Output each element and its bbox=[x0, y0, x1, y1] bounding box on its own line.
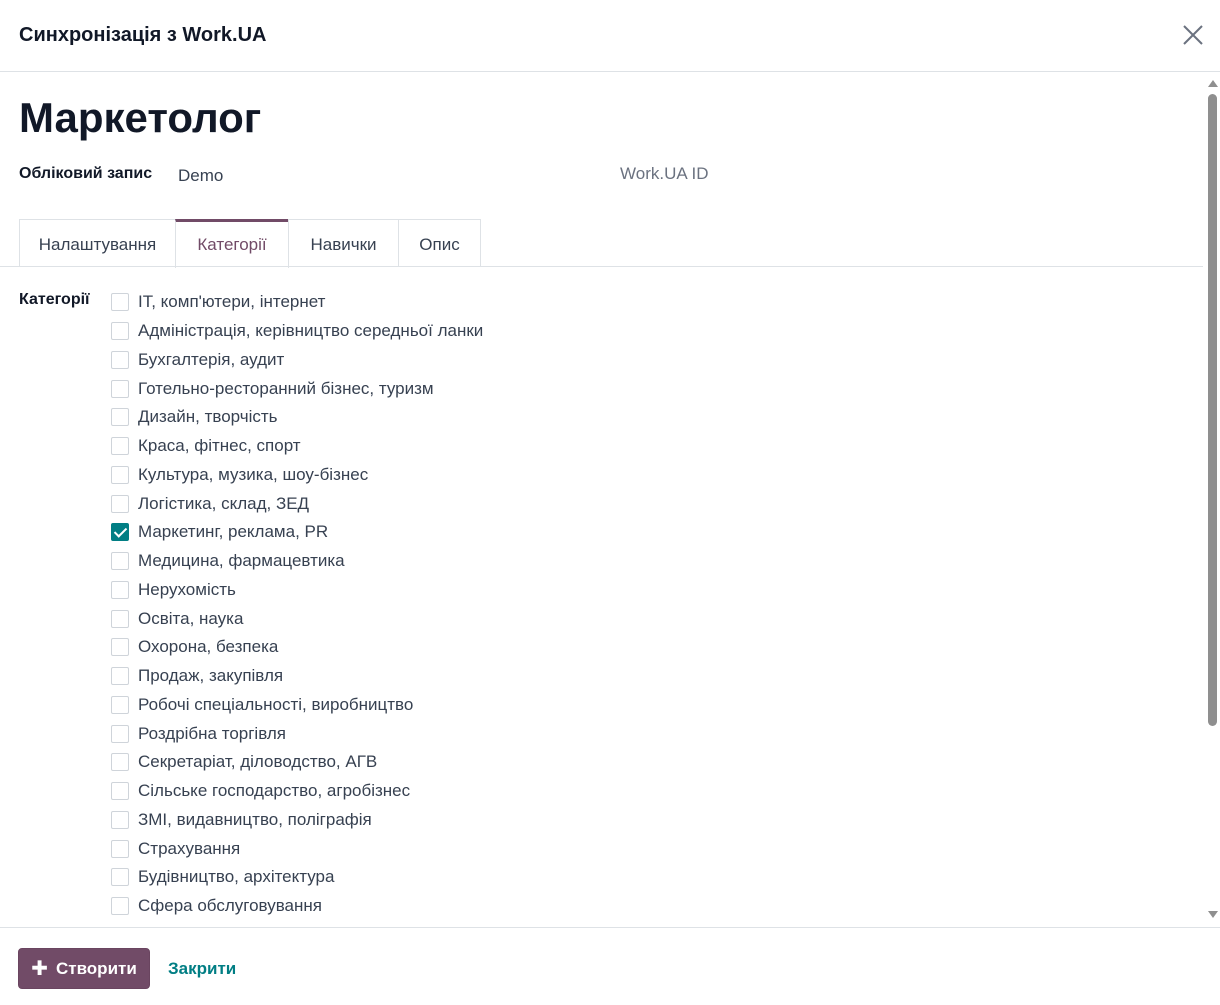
category-item[interactable]: Секретаріат, діловодство, АГВ bbox=[111, 748, 711, 777]
dialog-title: Синхронізація з Work.UA bbox=[19, 24, 267, 46]
checkbox[interactable] bbox=[111, 580, 129, 599]
category-label: Робочі спеціальності, виробництво bbox=[138, 694, 414, 714]
category-item[interactable]: Роздрібна торгівля bbox=[111, 719, 711, 748]
workua-id-label: Work.UA ID bbox=[620, 164, 709, 183]
category-label: Медицина, фармацевтика bbox=[138, 551, 345, 571]
category-label: ЗМІ, видавництво, поліграфія bbox=[138, 809, 372, 829]
close-icon[interactable] bbox=[1178, 20, 1208, 50]
checkbox[interactable] bbox=[111, 293, 129, 312]
category-label: Краса, фітнес, спорт bbox=[138, 436, 301, 456]
category-item[interactable]: Дизайн, творчість bbox=[111, 403, 711, 432]
category-label: IT, комп'ютери, інтернет bbox=[138, 292, 326, 312]
tab-skills[interactable]: Навички bbox=[288, 219, 399, 267]
tab-description[interactable]: Опис bbox=[398, 219, 481, 267]
category-item[interactable]: Медицина, фармацевтика bbox=[111, 547, 711, 576]
checkbox[interactable] bbox=[111, 753, 129, 772]
account-label: Обліковий запис bbox=[19, 165, 153, 182]
category-label: Нерухомість bbox=[138, 579, 236, 599]
checkbox[interactable] bbox=[111, 552, 129, 571]
category-label: Дизайн, творчість bbox=[138, 407, 278, 427]
checkbox[interactable] bbox=[111, 724, 129, 743]
scrollbar[interactable] bbox=[1205, 72, 1220, 927]
checkbox[interactable] bbox=[111, 810, 129, 829]
category-label: Культура, музика, шоу-бізнес bbox=[138, 464, 369, 484]
close-button[interactable]: Закрити bbox=[168, 959, 236, 979]
checkbox[interactable] bbox=[111, 350, 129, 369]
tab-categories[interactable]: Категорії bbox=[175, 219, 289, 268]
category-item[interactable]: Культура, музика, шоу-бізнес bbox=[111, 461, 711, 490]
category-label: Освіта, наука bbox=[138, 608, 244, 628]
checkbox[interactable] bbox=[111, 839, 129, 858]
category-label: Логістика, склад, ЗЕД bbox=[138, 493, 310, 513]
account-field[interactable]: Demo bbox=[178, 166, 223, 186]
scrollbar-thumb[interactable] bbox=[1208, 94, 1217, 726]
category-item[interactable]: Освіта, наука bbox=[111, 604, 711, 633]
category-item[interactable]: Сільське господарство, агробізнес bbox=[111, 777, 711, 806]
category-label: Страхування bbox=[138, 838, 241, 858]
checkbox[interactable] bbox=[111, 465, 129, 484]
checkbox[interactable] bbox=[111, 897, 129, 916]
scroll-down-icon[interactable] bbox=[1208, 911, 1218, 918]
category-label: Будівництво, архітектура bbox=[138, 867, 335, 887]
category-item[interactable]: Страхування bbox=[111, 834, 711, 863]
category-item[interactable]: Нерухомість bbox=[111, 576, 711, 605]
category-item[interactable]: ЗМІ, видавництво, поліграфія bbox=[111, 806, 711, 835]
category-item[interactable]: Логістика, склад, ЗЕД bbox=[111, 489, 711, 518]
dialog-footer: ✚ Створити Закрити bbox=[0, 927, 1220, 1005]
checkbox[interactable] bbox=[111, 667, 129, 686]
category-item[interactable]: Адміністрація, керівництво середньої лан… bbox=[111, 317, 711, 346]
category-label: Роздрібна торгівля bbox=[138, 723, 286, 743]
category-item[interactable]: Будівництво, архітектура bbox=[111, 863, 711, 892]
category-item[interactable]: Охорона, безпека bbox=[111, 633, 711, 662]
category-label: Секретаріат, діловодство, АГВ bbox=[138, 752, 378, 772]
checkbox-checked[interactable] bbox=[111, 523, 129, 542]
category-label: Сільське господарство, агробізнес bbox=[138, 781, 411, 801]
checkbox[interactable] bbox=[111, 379, 129, 398]
category-item[interactable]: Робочі спеціальності, виробництво bbox=[111, 691, 711, 720]
plus-icon: ✚ bbox=[31, 957, 48, 980]
category-label: Сфера обслуговування bbox=[138, 896, 322, 916]
category-item[interactable]: IT, комп'ютери, інтернет bbox=[111, 288, 711, 317]
category-item[interactable]: Краса, фітнес, спорт bbox=[111, 432, 711, 461]
checkbox[interactable] bbox=[111, 695, 129, 714]
category-label: Маркетинг, реклама, PR bbox=[138, 522, 329, 542]
category-label: Адміністрація, керівництво середньої лан… bbox=[138, 321, 484, 341]
category-item[interactable]: Сфера обслуговування bbox=[111, 892, 711, 921]
category-item[interactable]: Готельно-ресторанний бізнес, туризм bbox=[111, 374, 711, 403]
category-label: Охорона, безпека bbox=[138, 637, 279, 657]
checkbox[interactable] bbox=[111, 868, 129, 887]
checkbox[interactable] bbox=[111, 782, 129, 801]
checkbox[interactable] bbox=[111, 322, 129, 341]
dialog-body: Маркетолог Обліковий запис Demo Work.UA … bbox=[0, 72, 1220, 927]
category-label: Готельно-ресторанний бізнес, туризм bbox=[138, 378, 434, 398]
sync-dialog: Синхронізація з Work.UA Маркетолог Облік… bbox=[0, 0, 1220, 1005]
create-button[interactable]: ✚ Створити bbox=[18, 948, 150, 989]
category-label: Бухгалтерія, аудит bbox=[138, 349, 285, 369]
tabs-divider bbox=[0, 266, 1203, 267]
categories-list: IT, комп'ютери, інтернет Адміністрація, к… bbox=[111, 288, 711, 921]
categories-label: Категорії bbox=[19, 291, 90, 308]
tab-settings[interactable]: Налаштування bbox=[19, 219, 176, 267]
checkbox[interactable] bbox=[111, 408, 129, 427]
category-item[interactable]: Маркетинг, реклама, PR bbox=[111, 518, 711, 547]
category-label: Продаж, закупівля bbox=[138, 666, 284, 686]
checkbox[interactable] bbox=[111, 437, 129, 456]
scroll-up-icon[interactable] bbox=[1208, 80, 1218, 87]
dialog-header: Синхронізація з Work.UA bbox=[0, 0, 1220, 72]
checkbox[interactable] bbox=[111, 494, 129, 513]
category-item[interactable]: Бухгалтерія, аудит bbox=[111, 346, 711, 375]
checkbox[interactable] bbox=[111, 609, 129, 628]
category-item[interactable]: Продаж, закупівля bbox=[111, 662, 711, 691]
record-title: Маркетолог bbox=[19, 94, 262, 141]
checkbox[interactable] bbox=[111, 638, 129, 657]
